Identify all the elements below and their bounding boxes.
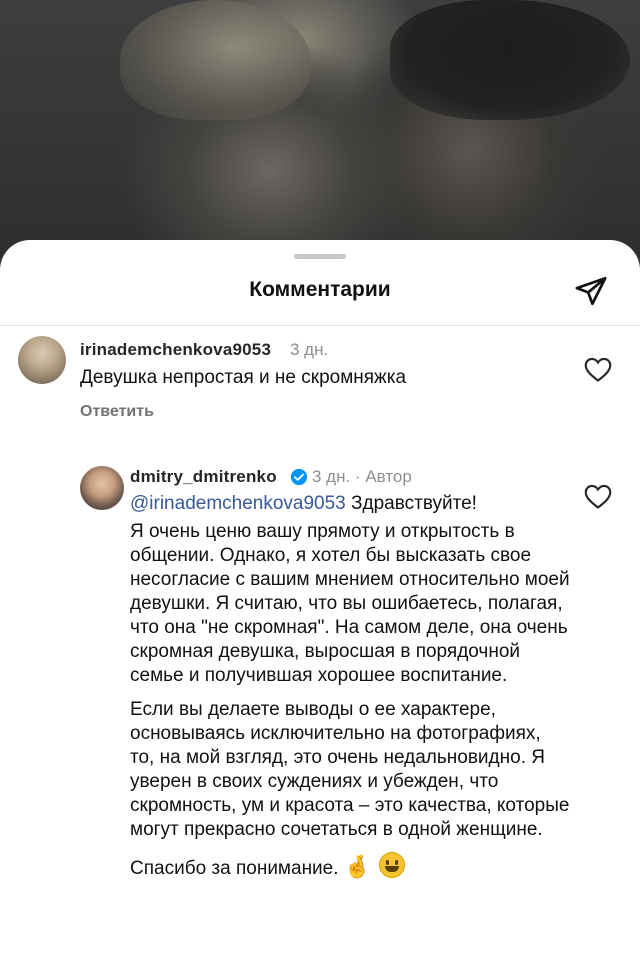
heart-icon[interactable] bbox=[584, 484, 612, 510]
comment-username[interactable]: dmitry_dmitrenko bbox=[130, 467, 277, 487]
comment-meta: 3 дн. · Автор bbox=[312, 467, 412, 486]
sheet-grabber[interactable] bbox=[294, 254, 346, 259]
avatar[interactable] bbox=[18, 336, 66, 384]
verified-badge-icon bbox=[290, 468, 308, 486]
smile-emoji bbox=[379, 852, 406, 878]
mention-link[interactable]: @irinademchenkova9053 bbox=[130, 493, 346, 514]
avatar[interactable] bbox=[80, 466, 124, 510]
comment-paragraph: Если вы делаете выводы о ее характере, о… bbox=[130, 699, 570, 840]
comment-text: Девушка непростая и не скромняжка bbox=[80, 367, 407, 388]
comment-body: @irinademchenkova9053 Здравствуйте! Я оч… bbox=[130, 492, 570, 891]
comment-time: 3 дн. bbox=[290, 340, 329, 359]
comment-username[interactable]: irinademchenkova9053 bbox=[80, 340, 271, 360]
send-icon[interactable] bbox=[574, 274, 608, 308]
reply-button[interactable]: Ответить bbox=[80, 403, 154, 421]
photo-detail-right bbox=[390, 0, 630, 120]
closing-text: Спасибо за понимание. bbox=[130, 858, 339, 879]
header-divider bbox=[0, 325, 640, 326]
photo-detail-left bbox=[120, 0, 310, 120]
comment-paragraph: Я очень ценю вашу прямоту и открытость в… bbox=[130, 521, 570, 686]
heart-icon[interactable] bbox=[584, 357, 612, 383]
greeting: Здравствуйте! bbox=[351, 493, 477, 514]
crossed-fingers-emoji: 🤞 bbox=[343, 854, 372, 879]
comment-closing: Спасибо за понимание. 🤞 bbox=[130, 852, 570, 881]
sheet-title: Комментарии bbox=[249, 278, 391, 301]
